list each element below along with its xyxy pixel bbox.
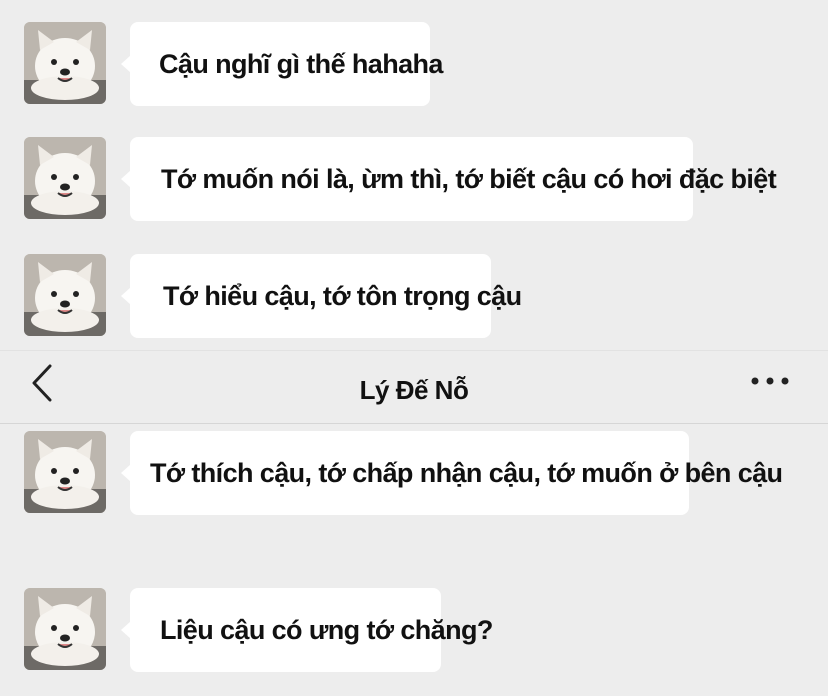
message-bubble[interactable]: Tớ thích cậu, tớ chấp nhận cậu, tớ muốn … [121,431,783,515]
avatar[interactable] [24,137,106,219]
message-text: Liệu cậu có ưng tớ chăng? [160,614,493,645]
message-bubble[interactable]: Cậu nghĩ gì thế hahaha [121,22,443,106]
avatar[interactable] [24,588,106,670]
message-text: Tớ thích cậu, tớ chấp nhận cậu, tớ muốn … [150,457,783,488]
chat-header: Lý Đế Nỗ [0,350,828,424]
message-text: Cậu nghĩ gì thế hahaha [159,48,443,79]
samoyed-dog-avatar-icon [24,254,106,336]
message-bubble[interactable]: Tớ muốn nói là, ừm thì, tớ biết cậu có h… [121,137,777,221]
samoyed-dog-avatar-icon [24,588,106,670]
samoyed-dog-avatar-icon [24,431,106,513]
avatar[interactable] [24,22,106,104]
message-bubble[interactable]: Tớ hiểu cậu, tớ tôn trọng cậu [121,254,522,338]
avatar[interactable] [24,431,106,513]
samoyed-dog-avatar-icon [24,137,106,219]
avatar[interactable] [24,254,106,336]
chat-title: Lý Đế Nỗ [359,375,469,405]
message-text: Tớ hiểu cậu, tớ tôn trọng cậu [163,280,522,311]
message-bubble[interactable]: Liệu cậu có ưng tớ chăng? [121,588,493,672]
more-dots-icon[interactable] [748,371,792,391]
message-text: Tớ muốn nói là, ừm thì, tớ biết cậu có h… [161,163,777,194]
samoyed-dog-avatar-icon [24,22,106,104]
